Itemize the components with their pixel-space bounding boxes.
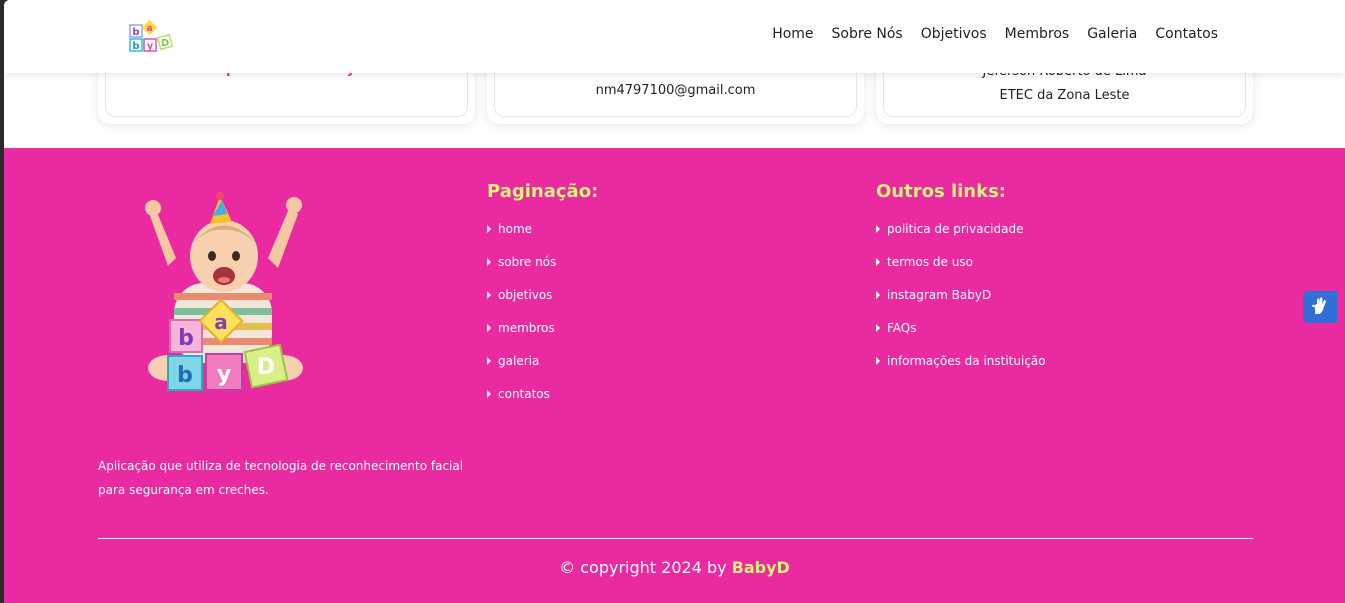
svg-text:b: b (178, 326, 194, 351)
footer-link-membros[interactable]: membros (487, 321, 556, 354)
svg-text:a: a (146, 24, 152, 34)
page: Repositório do BabyD nm4797100@gmail.com… (4, 0, 1345, 603)
footer-link-institution[interactable]: informações da instituição (876, 354, 1046, 387)
nav-membros[interactable]: Membros (1005, 26, 1070, 42)
footer-link-faqs[interactable]: FAQs (876, 321, 1046, 354)
other-links: politica de privacidade termos de uso in… (876, 222, 1046, 387)
footer-link-galeria[interactable]: galeria (487, 354, 556, 387)
caret-right-icon (487, 258, 491, 266)
site-footer: b a b y D Paginação: home sobre nós obje… (4, 148, 1345, 603)
svg-text:b: b (132, 41, 139, 52)
footer-link-objetivos[interactable]: objetivos (487, 288, 556, 321)
svg-text:a: a (214, 310, 228, 334)
baby-with-blocks-image: b a b y D (145, 192, 303, 391)
nav-contatos[interactable]: Contatos (1155, 26, 1218, 42)
pagination-links: home sobre nós objetivos membros galeria… (487, 222, 556, 420)
svg-text:b: b (132, 27, 139, 38)
svg-text:y: y (147, 41, 154, 52)
other-links-title: Outros links: (876, 181, 1006, 202)
svg-text:b: b (177, 363, 193, 388)
nav-objetivos[interactable]: Objetivos (921, 26, 987, 42)
footer-link-privacy[interactable]: politica de privacidade (876, 222, 1046, 255)
caret-right-icon (876, 324, 880, 332)
footer-description: Aplicação que utiliza de tecnologia de r… (98, 459, 464, 497)
footer-link-sobre-nos[interactable]: sobre nós (487, 255, 556, 288)
caret-right-icon (876, 225, 880, 233)
svg-text:D: D (161, 38, 169, 49)
footer-link-home[interactable]: home (487, 222, 556, 255)
pagination-title: Paginação: (487, 181, 599, 202)
main-nav: Home Sobre Nós Objetivos Membros Galeria… (772, 26, 1218, 42)
babyd-logo[interactable]: b a b y D (128, 19, 182, 55)
hand-sign-language-icon (1311, 297, 1326, 314)
caret-right-icon (487, 291, 491, 299)
site-header: b a b y D Home Sobre Nós Objetivos Membr… (4, 0, 1345, 73)
copyright: © copyright 2024 by BabyD (559, 558, 790, 577)
nav-galeria[interactable]: Galeria (1087, 26, 1137, 42)
caret-right-icon (487, 357, 491, 365)
svg-text:D: D (257, 355, 275, 380)
card-school: ETEC da Zona Leste (999, 88, 1130, 103)
caret-right-icon (487, 225, 491, 233)
caret-right-icon (487, 390, 491, 398)
accessibility-button[interactable] (1303, 291, 1337, 323)
footer-link-contatos[interactable]: contatos (487, 387, 556, 420)
nav-home[interactable]: Home (772, 26, 813, 42)
card-email: nm4797100@gmail.com (595, 83, 756, 98)
caret-right-icon (876, 258, 880, 266)
footer-link-instagram[interactable]: instagram BabyD (876, 288, 1046, 321)
caret-right-icon (876, 357, 880, 365)
svg-text:y: y (217, 362, 231, 387)
nav-sobre-nos[interactable]: Sobre Nós (832, 26, 903, 42)
footer-link-terms[interactable]: termos de uso (876, 255, 1046, 288)
caret-right-icon (487, 324, 491, 332)
footer-divider (98, 538, 1253, 539)
copyright-brand: BabyD (731, 558, 790, 577)
caret-right-icon (876, 291, 880, 299)
